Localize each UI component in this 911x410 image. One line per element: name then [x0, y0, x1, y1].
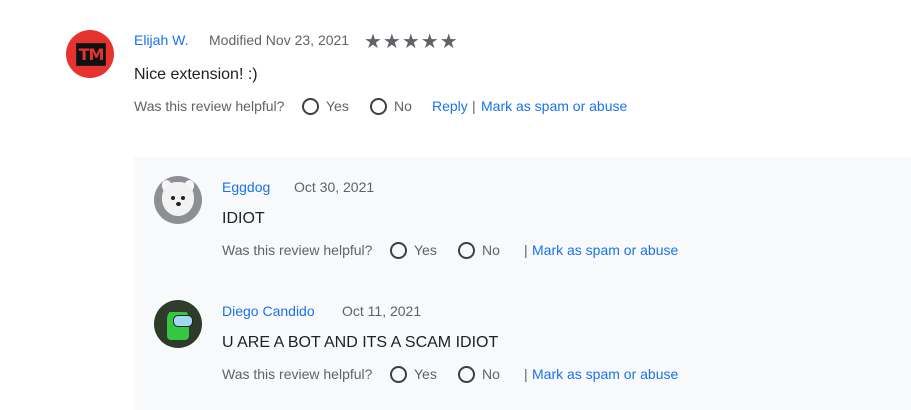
no-label[interactable]: No [394, 98, 412, 114]
avatar [154, 300, 202, 348]
spam-link[interactable]: Mark as spam or abuse [532, 242, 678, 258]
yes-radio[interactable] [390, 366, 407, 383]
replies-section: Eggdog Oct 30, 2021 IDIOT Was this revie… [134, 157, 911, 410]
no-radio[interactable] [370, 98, 387, 115]
helpful-row: Was this review helpful? Yes No | Mark a… [222, 242, 782, 262]
avatar: TM [66, 30, 114, 78]
dog-icon [162, 182, 194, 216]
spam-link[interactable]: Mark as spam or abuse [481, 98, 627, 114]
helpful-question: Was this review helpful? [222, 242, 373, 258]
separator: | [524, 242, 528, 258]
reply-body: IDIOT [222, 210, 265, 227]
separator: | [524, 366, 528, 382]
reply-date: Oct 30, 2021 [294, 179, 375, 195]
yes-label[interactable]: Yes [326, 98, 349, 114]
reply-date: Oct 11, 2021 [342, 303, 422, 319]
star-rating: ★★★★★ [364, 31, 459, 53]
no-radio[interactable] [458, 366, 475, 383]
yes-radio[interactable] [302, 98, 319, 115]
helpful-question: Was this review helpful? [222, 366, 373, 382]
reply-body: U ARE A BOT AND ITS A SCAM IDIOT [222, 334, 499, 351]
yes-label[interactable]: Yes [414, 366, 437, 382]
review: TM Elijah W. Modified Nov 23, 2021 ★★★★★… [0, 0, 911, 150]
helpful-row: Was this review helpful? Yes No Reply | … [134, 98, 654, 118]
helpful-row: Was this review helpful? Yes No | Mark a… [222, 366, 782, 386]
review-date: Modified Nov 23, 2021 [209, 32, 350, 48]
no-radio[interactable] [458, 242, 475, 259]
reply-link[interactable]: Reply [432, 98, 468, 114]
no-label[interactable]: No [482, 242, 500, 258]
reply-author[interactable]: Eggdog [222, 179, 270, 195]
yes-label[interactable]: Yes [414, 242, 437, 258]
yes-radio[interactable] [390, 242, 407, 259]
review-body: Nice extension! :) [134, 66, 258, 83]
spam-link[interactable]: Mark as spam or abuse [532, 366, 678, 382]
reply-author[interactable]: Diego Candido [222, 303, 315, 319]
helpful-question: Was this review helpful? [134, 98, 285, 114]
review-author[interactable]: Elijah W. [134, 32, 188, 48]
no-label[interactable]: No [482, 366, 500, 382]
tm-logo-icon: TM [76, 43, 106, 66]
avatar [154, 176, 202, 224]
separator: | [472, 98, 476, 114]
